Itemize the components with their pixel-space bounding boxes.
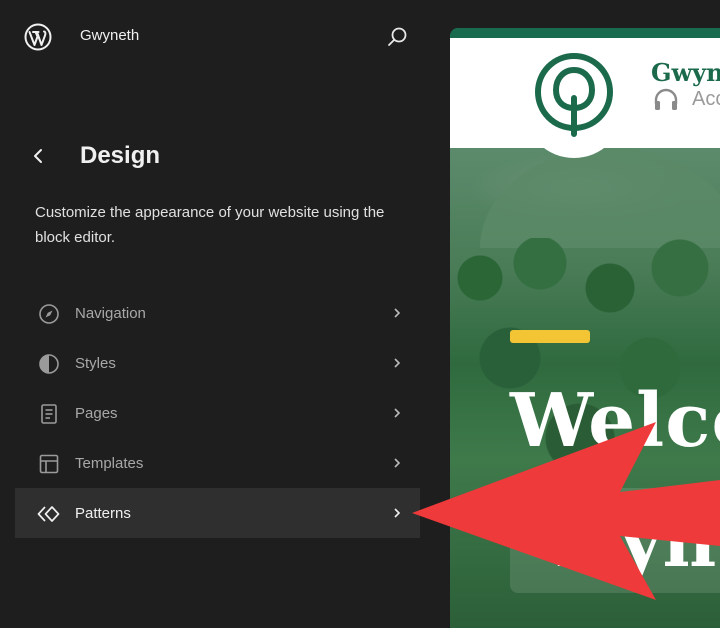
layout-icon: [39, 454, 59, 474]
compass-icon: [39, 304, 59, 324]
half-circle-icon: [39, 354, 59, 374]
preview-site-title: Gwyn: [651, 58, 720, 87]
preview-tagline: Acc: [692, 88, 720, 110]
nav-item-label: Styles: [75, 354, 116, 372]
nav-item-navigation[interactable]: Navigation: [15, 288, 420, 338]
chevron-right-icon: [394, 408, 401, 418]
accent-bar: [510, 330, 590, 343]
design-nav-list: Navigation Styles Pages Templates Patter…: [15, 288, 420, 538]
nav-item-pages[interactable]: Pages: [15, 388, 420, 438]
nav-item-styles[interactable]: Styles: [15, 338, 420, 388]
chevron-left-icon[interactable]: [28, 144, 48, 168]
page-description: Customize the appearance of your website…: [35, 204, 385, 246]
nav-item-patterns[interactable]: Patterns: [15, 488, 420, 538]
search-icon[interactable]: [386, 25, 410, 49]
nav-item-label: Navigation: [75, 304, 146, 322]
nav-item-label: Pages: [75, 404, 118, 422]
nav-item-templates[interactable]: Templates: [15, 438, 420, 488]
chevron-right-icon: [394, 508, 401, 518]
preview-top-border: [450, 28, 720, 38]
wordpress-icon[interactable]: [24, 23, 52, 51]
page-title: Design: [80, 142, 161, 169]
chevron-right-icon: [394, 308, 401, 318]
hill-shape: [480, 148, 720, 248]
headphones-icon: [654, 88, 678, 110]
site-logo: [524, 40, 624, 158]
annotation-arrow-icon: [412, 422, 720, 600]
diamond-icon: [37, 506, 60, 522]
chevron-right-icon: [394, 358, 401, 368]
nav-item-label: Templates: [75, 454, 144, 472]
site-name[interactable]: Gwyneth: [80, 27, 139, 44]
chevron-right-icon: [394, 458, 401, 468]
tree-logo-icon: [535, 53, 613, 137]
page-icon: [41, 404, 57, 424]
nav-item-label: Patterns: [75, 504, 131, 522]
